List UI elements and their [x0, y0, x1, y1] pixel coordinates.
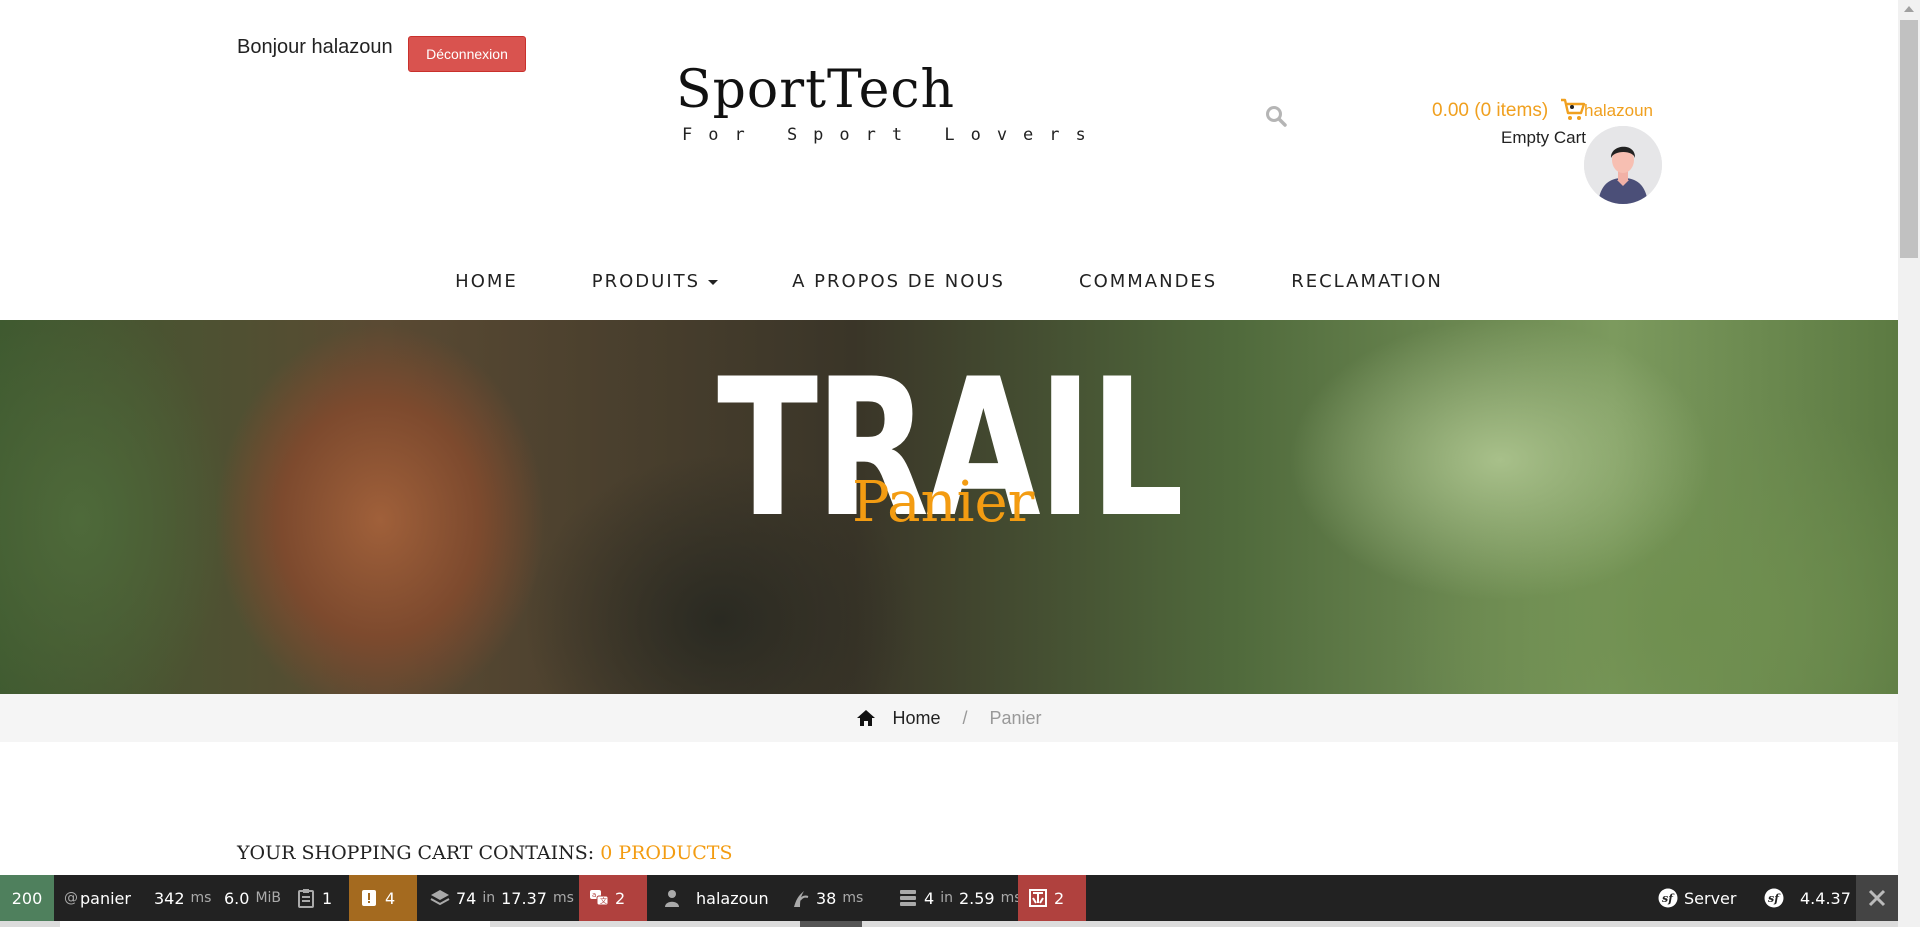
db-in: in: [940, 890, 953, 906]
breadcrumb-separator: /: [962, 707, 968, 728]
logo-subtitle: For Sport Lovers: [682, 125, 1102, 145]
close-icon: [1868, 889, 1886, 907]
database-icon: [900, 890, 916, 906]
twig-panel[interactable]: 38 ms: [780, 875, 873, 921]
cache-in: in: [482, 890, 496, 906]
cart-total-link[interactable]: 0.00 (0 items): [1432, 100, 1548, 122]
svg-text:a: a: [592, 891, 596, 899]
debug-toolbar: 200 @ panier 342 ms 6.0 MiB 1 4 74 in 17…: [0, 875, 1898, 921]
toolbar-close-button[interactable]: [1856, 875, 1898, 921]
cache-panel[interactable]: 74 in 17.37 ms: [420, 875, 584, 921]
home-icon[interactable]: [856, 708, 876, 728]
request-time[interactable]: 342 ms: [144, 875, 221, 921]
toolbar-username: halazoun: [696, 888, 769, 908]
status-code: 200: [11, 888, 43, 908]
security-panel[interactable]: 2: [1018, 875, 1086, 921]
logo-title[interactable]: SportTech: [676, 64, 955, 116]
twig-time: 38: [816, 888, 837, 908]
empty-cart-link[interactable]: Empty Cart: [1501, 128, 1586, 148]
layers-icon: [430, 890, 450, 906]
status-code-badge[interactable]: 200: [0, 875, 54, 921]
validator-icon: [1029, 889, 1047, 907]
version-panel[interactable]: sf 4.4.37: [1754, 875, 1861, 921]
cart-heading-text: YOUR SHOPPING CART CONTAINS:: [237, 842, 595, 864]
route-name: panier: [80, 888, 131, 908]
symfony-version: 4.4.37: [1800, 888, 1851, 908]
cache-time-unit: ms: [552, 890, 574, 906]
svg-text:文: 文: [600, 896, 607, 905]
twig-time-unit: ms: [842, 890, 864, 906]
forms-panel[interactable]: 1: [286, 875, 342, 921]
main-nav: HOME PRODUITS A PROPOS DE NOUS COMMANDES…: [0, 264, 1898, 300]
nav-item-produits-label: PRODUITS: [591, 271, 701, 292]
symfony-logo-icon: sf: [1658, 888, 1678, 908]
nav-item-a-propos[interactable]: A PROPOS DE NOUS: [755, 264, 1042, 300]
breadcrumb: Home / Panier: [0, 694, 1898, 742]
twig-icon: [794, 891, 809, 907]
memory-value: 6.0: [224, 888, 250, 908]
page-title: Panier: [852, 470, 1035, 535]
warning-icon: [362, 890, 376, 906]
caret-down-icon: [708, 279, 719, 285]
symfony-version-icon: sf: [1764, 888, 1784, 908]
breadcrumb-home-link[interactable]: Home: [892, 708, 940, 729]
cart-icon[interactable]: [1560, 98, 1586, 122]
logs-panel[interactable]: 4: [349, 875, 417, 921]
route-info[interactable]: @ panier: [54, 875, 141, 921]
server-label: Server: [1684, 888, 1737, 908]
user-panel[interactable]: halazoun: [652, 875, 779, 921]
server-panel[interactable]: sf Server: [1648, 875, 1746, 921]
translation-panel[interactable]: a文 2: [579, 875, 647, 921]
nav-item-produits[interactable]: PRODUITS: [555, 264, 755, 300]
memory-unit: MiB: [255, 890, 282, 906]
greeting-text: Bonjour halazoun: [237, 36, 393, 58]
forms-count: 1: [322, 888, 333, 908]
translation-count: 2: [615, 888, 626, 908]
cart-heading: YOUR SHOPPING CART CONTAINS: 0 PRODUCTS: [237, 842, 732, 864]
security-count: 2: [1054, 888, 1065, 908]
nav-item-commandes[interactable]: COMMANDES: [1042, 264, 1254, 300]
logout-button[interactable]: Déconnexion: [408, 36, 526, 72]
person-icon: [665, 890, 679, 907]
cache-time: 17.37: [501, 888, 547, 908]
breadcrumb-current: Panier: [989, 707, 1042, 728]
hero-banner: TRAIL Panier: [0, 320, 1898, 694]
nav-item-reclamation[interactable]: RECLAMATION: [1254, 264, 1480, 300]
translation-icon: a文: [590, 890, 609, 906]
db-queries: 4: [924, 888, 935, 908]
request-time-unit: ms: [190, 890, 212, 906]
request-time-value: 342: [154, 888, 185, 908]
user-avatar-icon: [1584, 126, 1662, 204]
horizontal-scroll-thumb[interactable]: [800, 921, 862, 927]
database-panel[interactable]: 4 in 2.59 ms: [888, 875, 1032, 921]
form-icon: [298, 889, 314, 908]
memory-usage[interactable]: 6.0 MiB: [214, 875, 291, 921]
logs-count: 4: [385, 888, 396, 908]
cache-count: 74: [456, 888, 477, 908]
user-profile-link[interactable]: halazoun: [1584, 101, 1653, 121]
db-time: 2.59: [958, 888, 995, 908]
cart-product-count: 0 PRODUCTS: [600, 842, 733, 864]
search-icon[interactable]: [1264, 104, 1288, 128]
route-at-symbol: @: [64, 890, 78, 906]
scrollbar-thumb[interactable]: [1900, 20, 1918, 258]
avatar[interactable]: [1584, 126, 1662, 204]
scroll-up-arrow-icon[interactable]: [1904, 6, 1914, 12]
nav-item-home[interactable]: HOME: [418, 264, 555, 300]
horizontal-scroll-track[interactable]: [60, 921, 490, 927]
